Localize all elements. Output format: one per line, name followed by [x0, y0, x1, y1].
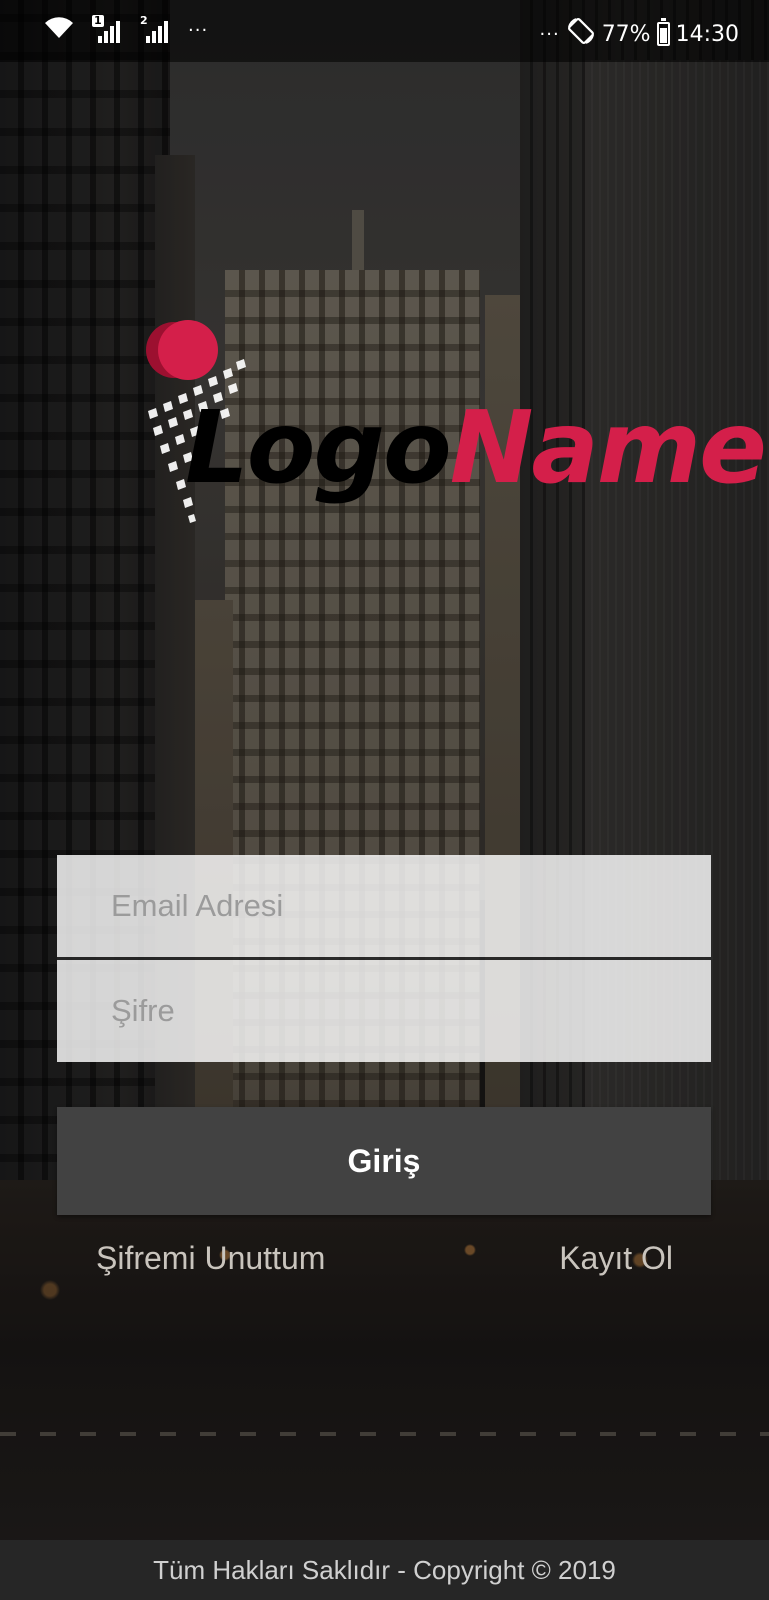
logo-wordmark: LogoName — [185, 398, 767, 498]
battery-percent: 77% — [601, 21, 651, 47]
status-more-dots: ··· — [539, 23, 560, 45]
login-screen: 1 2 ··· ··· 77% 14:30 LogoName Email Adr… — [0, 0, 769, 1600]
email-input[interactable] — [57, 855, 711, 957]
screen-rotation-icon — [566, 17, 596, 51]
login-button-label: Giriş — [347, 1142, 421, 1179]
register-link[interactable]: Kayıt Ol — [559, 1240, 673, 1277]
password-input[interactable] — [57, 960, 711, 1062]
clock: 14:30 — [675, 21, 739, 47]
signal-sim2-icon: 2 — [140, 15, 170, 45]
forgot-password-link[interactable]: Şifremi Unuttum — [96, 1240, 325, 1277]
copyright-footer: Tüm Hakları Saklıdır - Copyright © 2019 — [0, 1540, 769, 1600]
wifi-icon — [44, 14, 74, 46]
copyright-text: Tüm Hakları Saklıdır - Copyright © 2019 — [153, 1554, 616, 1585]
app-logo: LogoName — [125, 310, 767, 540]
status-bar: 1 2 ··· ··· 77% 14:30 — [0, 0, 769, 62]
logo-word-name: Name — [449, 389, 767, 506]
login-button[interactable]: Giriş — [57, 1107, 711, 1215]
city-background-image — [0, 0, 769, 1600]
signal-sim1-icon: 1 — [92, 15, 122, 45]
status-notifications-more: ··· — [188, 19, 209, 41]
logo-word-logo: Logo — [185, 389, 452, 506]
battery-icon — [656, 18, 670, 46]
